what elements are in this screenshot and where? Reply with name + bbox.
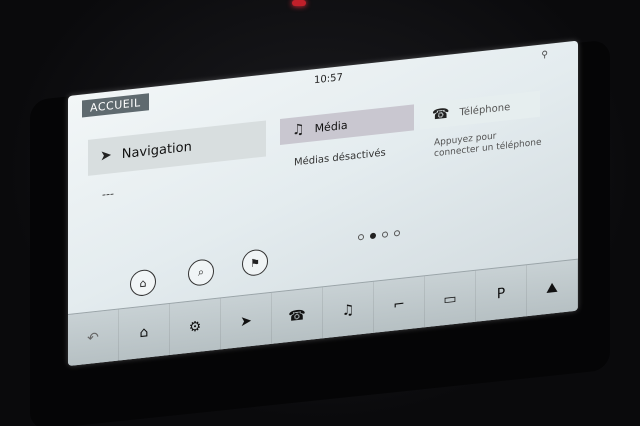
- phone-status[interactable]: Appuyez pour connecter un téléphone: [434, 126, 544, 160]
- navigation-label: Navigation: [121, 139, 192, 162]
- pin-icon: ⚲: [541, 49, 548, 61]
- page-dot[interactable]: [382, 231, 388, 238]
- seat-icon: ⌐: [393, 296, 405, 314]
- navigation-status: ---: [102, 187, 114, 202]
- navigation-button[interactable]: ➤: [221, 292, 272, 351]
- touchscreen: ACCUEIL 10:57 ⚲ ➤ Navigation --- ♫ Média…: [68, 40, 578, 366]
- navigation-arrow-icon: ➤: [100, 147, 112, 165]
- page-title: ACCUEIL: [82, 93, 149, 118]
- phone-label: Téléphone: [459, 101, 511, 118]
- media-label: Média: [314, 118, 348, 135]
- home-button[interactable]: ⌂: [119, 303, 170, 362]
- navigation-icon: ➤: [240, 313, 252, 331]
- finish-flag-icon: ⚑: [250, 255, 260, 270]
- back-icon: ↶: [87, 329, 99, 347]
- indicator-light: [292, 0, 306, 6]
- media-icon: ♫: [292, 121, 305, 139]
- page-dot-active[interactable]: [370, 232, 376, 240]
- search-button[interactable]: ⌕: [188, 258, 214, 287]
- terrain-button[interactable]: ⛰: [527, 259, 578, 318]
- camera-icon: ▭: [443, 290, 457, 309]
- settings-button[interactable]: ⚙: [170, 298, 221, 356]
- phone-button[interactable]: ☎: [272, 287, 323, 345]
- page-dot[interactable]: [394, 229, 400, 237]
- terrain-icon: ⛰: [546, 279, 558, 298]
- back-button[interactable]: ↶: [68, 309, 119, 366]
- settings-icon: ⚙: [188, 318, 202, 336]
- page-indicator: [358, 229, 400, 241]
- parking-icon: P: [496, 285, 506, 303]
- media-button[interactable]: ♫: [323, 281, 374, 340]
- home-icon: ⌂: [139, 324, 149, 342]
- page-dot[interactable]: [358, 233, 364, 241]
- parking-button[interactable]: P: [476, 265, 527, 323]
- phone-icon: ☎: [288, 307, 306, 326]
- navigation-tile[interactable]: ➤ Navigation: [88, 120, 266, 176]
- home-destination-icon: ⌂: [139, 275, 147, 290]
- clock: 10:57: [314, 72, 343, 87]
- search-icon: ⌕: [197, 265, 205, 279]
- finish-flag-button[interactable]: ⚑: [242, 248, 268, 278]
- media-icon: ♫: [341, 301, 355, 320]
- car-infotainment-photo: ACCUEIL 10:57 ⚲ ➤ Navigation --- ♫ Média…: [0, 0, 640, 426]
- camera-button[interactable]: ▭: [425, 270, 476, 329]
- media-tile[interactable]: ♫ Média: [280, 104, 414, 145]
- home-destination-button[interactable]: ⌂: [130, 268, 156, 298]
- phone-icon: ☎: [432, 105, 450, 124]
- media-status: Médias désactivés: [294, 147, 386, 169]
- seat-button[interactable]: ⌐: [374, 276, 425, 334]
- phone-tile[interactable]: ☎ Téléphone: [420, 90, 540, 130]
